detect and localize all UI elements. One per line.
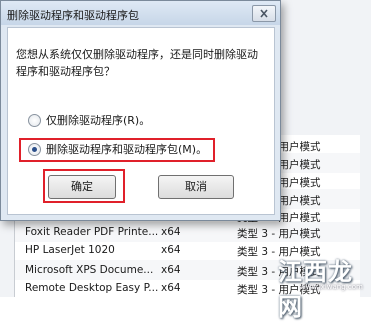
close-icon bbox=[260, 9, 268, 18]
driver-arch: x64 bbox=[161, 244, 181, 256]
list-row[interactable]: Foxit Reader PDF Printe... x64 类型 3 - 用户… bbox=[15, 222, 360, 242]
watermark-url: www.jxlwang.com bbox=[300, 283, 363, 291]
driver-arch: x64 bbox=[161, 226, 181, 238]
radio-selected-dot bbox=[32, 147, 37, 152]
radio-driver-and-package[interactable] bbox=[28, 143, 41, 156]
radio-driver-only[interactable] bbox=[28, 114, 41, 127]
close-button[interactable] bbox=[252, 5, 276, 22]
driver-type: 类型 3 - 用户模式 bbox=[237, 228, 321, 240]
dialog-titlebar[interactable]: 删除驱动程序和驱动程序包 bbox=[1, 1, 280, 25]
option-driver-only-label[interactable]: 仅删除驱动程序(R)。 bbox=[46, 112, 150, 128]
driver-name: HP LaserJet 1020 bbox=[25, 244, 115, 256]
cancel-button[interactable]: 取消 bbox=[158, 175, 234, 199]
ok-button[interactable]: 确定 bbox=[48, 175, 116, 199]
dialog-title: 删除驱动程序和驱动程序包 bbox=[7, 9, 139, 22]
driver-name: Remote Desktop Easy P... bbox=[25, 282, 159, 294]
driver-arch: x64 bbox=[161, 264, 181, 276]
driver-name: Microsoft XPS Docume... bbox=[25, 264, 154, 276]
driver-arch: x64 bbox=[161, 282, 181, 294]
option-driver-and-package-label[interactable]: 删除驱动程序和驱动程序包(M)。 bbox=[46, 141, 207, 157]
dialog-body: 您想从系统仅仅删除驱动程序，还是同时删除驱动程序和驱动程序包？ 仅删除驱动程序(… bbox=[7, 27, 275, 215]
dialog-question: 您想从系统仅仅删除驱动程序，还是同时删除驱动程序和驱动程序包？ bbox=[16, 48, 258, 78]
remove-driver-dialog: 删除驱动程序和驱动程序包 您想从系统仅仅删除驱动程序，还是同时删除驱动程序和驱动… bbox=[0, 0, 281, 221]
driver-name: Foxit Reader PDF Printe... bbox=[25, 226, 159, 238]
